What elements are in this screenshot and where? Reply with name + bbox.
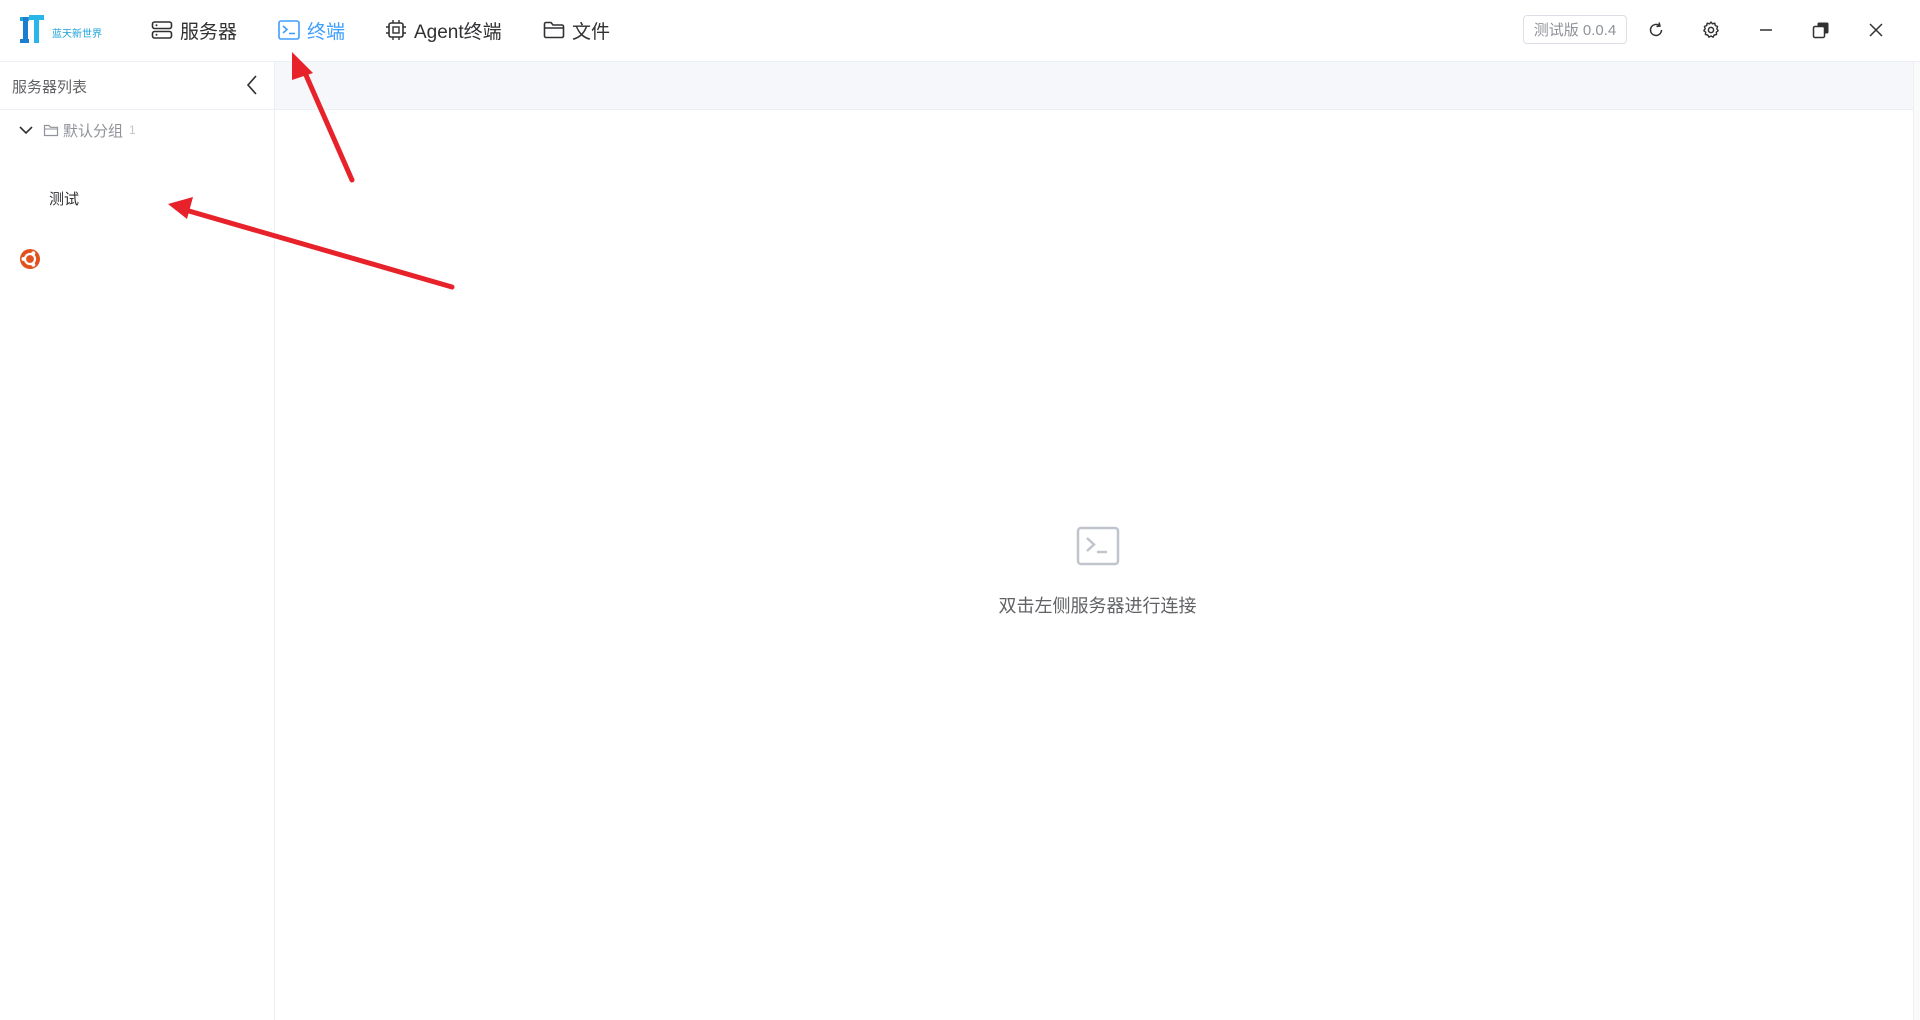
nav-terminal[interactable]: 终端 bbox=[277, 12, 345, 48]
nav-files[interactable]: 文件 bbox=[542, 12, 610, 48]
minimize-button[interactable] bbox=[1751, 15, 1781, 45]
terminal-icon bbox=[1076, 526, 1120, 566]
restore-button[interactable] bbox=[1806, 15, 1836, 45]
group-count: 1 bbox=[129, 123, 136, 137]
settings-button[interactable] bbox=[1696, 15, 1726, 45]
ubuntu-icon bbox=[20, 249, 40, 269]
version-badge: 测试版 0.0.4 bbox=[1523, 15, 1627, 44]
server-sidebar: 服务器列表 默认分组 1 测试 bbox=[0, 62, 275, 1020]
nav-agent-terminal-label: Agent终端 bbox=[414, 21, 502, 43]
minimize-icon bbox=[1760, 29, 1772, 31]
chip-icon bbox=[386, 20, 406, 40]
server-item[interactable]: 测试 bbox=[0, 172, 274, 269]
sidebar-title: 服务器列表 bbox=[12, 79, 88, 96]
restore-icon bbox=[1812, 22, 1829, 39]
terminal-tab-bar bbox=[275, 62, 1920, 110]
chevron-left-icon bbox=[246, 75, 257, 95]
collapse-sidebar-button[interactable] bbox=[240, 72, 264, 98]
empty-state-message: 双击左侧服务器进行连接 bbox=[998, 596, 1197, 616]
sidebar-header: 服务器列表 bbox=[0, 62, 274, 110]
logo-mark-icon bbox=[20, 15, 44, 43]
nav-files-label: 文件 bbox=[572, 21, 611, 43]
scrollbar[interactable] bbox=[1913, 62, 1920, 1020]
terminal-icon bbox=[278, 20, 300, 40]
server-group-default[interactable]: 默认分组 1 bbox=[0, 114, 274, 146]
chevron-down-icon bbox=[19, 126, 33, 135]
annotation-arrows bbox=[168, 52, 455, 290]
nav-servers[interactable]: 服务器 bbox=[150, 12, 237, 48]
nav-terminal-label: 终端 bbox=[307, 21, 346, 43]
nav-agent-terminal[interactable]: Agent终端 bbox=[384, 12, 502, 48]
refresh-icon bbox=[1649, 22, 1663, 37]
app-logo: 蓝天新世界 bbox=[20, 15, 102, 45]
group-name: 默认分组 bbox=[63, 122, 124, 140]
logo-text: 蓝天新世界 bbox=[52, 29, 102, 40]
folder-icon bbox=[543, 21, 565, 39]
server-name: 测试 bbox=[49, 191, 80, 208]
gear-icon bbox=[1703, 21, 1719, 38]
close-button[interactable] bbox=[1861, 15, 1891, 45]
server-icon bbox=[151, 21, 173, 39]
folder-icon bbox=[43, 124, 59, 137]
refresh-button[interactable] bbox=[1641, 15, 1671, 45]
close-icon bbox=[1869, 23, 1883, 37]
nav-servers-label: 服务器 bbox=[180, 21, 238, 43]
top-bar: 蓝天新世界 服务器 终端 Agent终端 文件 测试版 0.0.4 bbox=[0, 0, 1920, 62]
